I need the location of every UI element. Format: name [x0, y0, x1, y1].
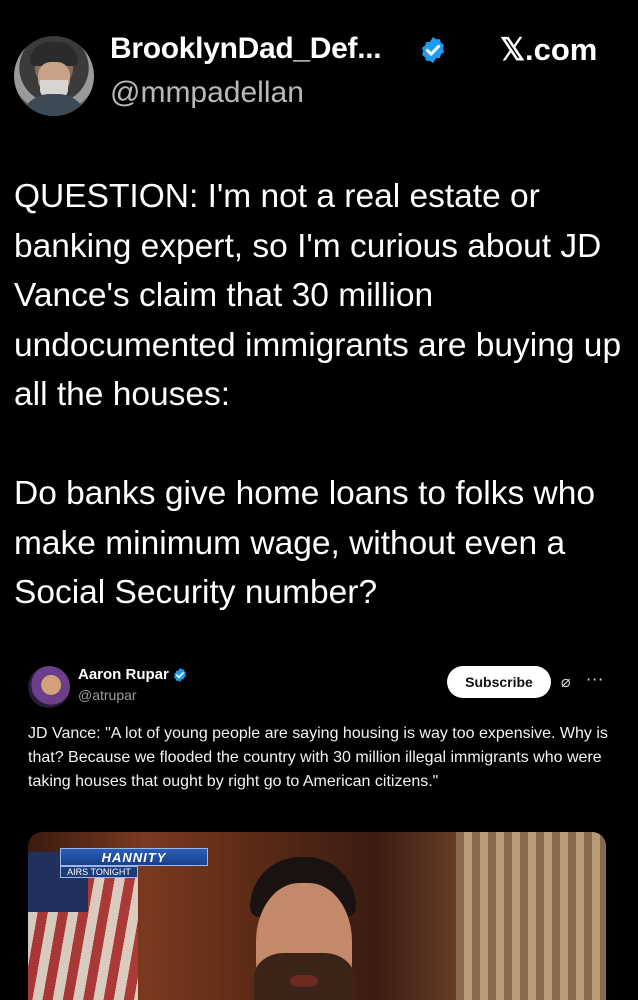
quoted-author-handle: @atrupar	[78, 687, 137, 703]
quoted-tweet-text: JD Vance: "A lot of young people are say…	[28, 725, 608, 790]
quoted-verified-icon	[174, 668, 186, 682]
author-handle[interactable]: @mmpadellan	[110, 76, 304, 110]
quoted-tweet-image[interactable]: Aaron Rupar @atrupar Subscribe ⌀ ··· JD …	[0, 650, 638, 1000]
curtain-background	[456, 832, 606, 1000]
quoted-author-avatar	[28, 666, 70, 708]
video-thumbnail: HANNITY AIRS TONIGHT	[28, 832, 606, 1000]
speaker-figure	[228, 857, 378, 1000]
source-site-label[interactable]: 𝕏.com	[500, 32, 597, 68]
more-options-icon: ···	[586, 670, 605, 689]
subscribe-button: Subscribe	[447, 666, 551, 698]
show-subtitle: AIRS TONIGHT	[60, 866, 138, 878]
verified-badge-icon	[422, 36, 444, 64]
tweet-paragraph: Do banks give home loans to folks who ma…	[14, 475, 595, 611]
author-display-name[interactable]: BrooklynDad_Def...	[110, 32, 382, 66]
tweet-body: QUESTION: I'm not a real estate or banki…	[14, 172, 629, 618]
avatar-shirt	[20, 94, 88, 116]
tweet-paragraph: QUESTION: I'm not a real estate or banki…	[14, 178, 622, 413]
quoted-author-name: Aaron Rupar	[78, 666, 169, 683]
hannity-logo: HANNITY AIRS TONIGHT	[60, 848, 208, 882]
speaker-mouth	[290, 975, 318, 987]
grok-icon: ⌀	[561, 672, 571, 691]
show-title: HANNITY	[60, 848, 208, 866]
author-avatar[interactable]	[14, 36, 94, 116]
